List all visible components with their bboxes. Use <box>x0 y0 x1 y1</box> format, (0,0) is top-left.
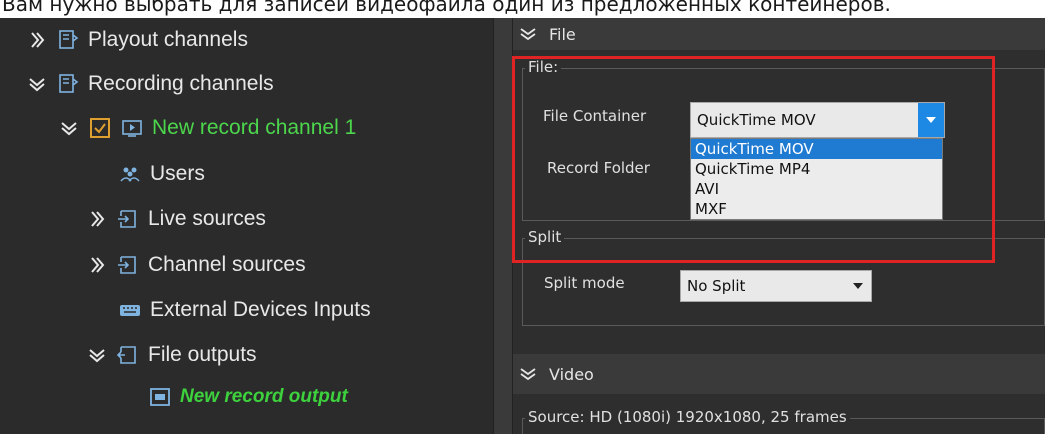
section-title: Video <box>549 364 594 384</box>
dropdown-option[interactable]: MXF <box>691 199 942 219</box>
tree-item-label: Channel sources <box>148 253 306 276</box>
input-source-icon <box>116 207 140 231</box>
tree-item-label: Live sources <box>148 207 266 230</box>
tree-item-label: Users <box>150 162 205 185</box>
split-group-label: Split <box>525 228 565 246</box>
tree-item-live-sources[interactable]: Live sources <box>86 199 266 239</box>
chevron-right-icon[interactable] <box>86 208 108 230</box>
settings-panel: File File: File Container QuickTime MOV … <box>513 18 1045 434</box>
tree-item-label: Playout channels <box>88 28 248 51</box>
dropdown-option[interactable]: QuickTime MP4 <box>691 159 942 179</box>
tree-item-file-outputs[interactable]: File outputs <box>86 335 257 375</box>
dropdown-arrow-icon[interactable] <box>918 103 944 137</box>
tree-item-new-record-channel[interactable]: New record channel 1 <box>58 108 356 148</box>
tree-item-recording-channels[interactable]: Recording channels <box>26 64 274 104</box>
checkbox-checked-icon[interactable] <box>88 116 112 140</box>
keyboard-icon <box>118 298 142 322</box>
record-output-icon <box>148 385 172 409</box>
tree-item-label: Recording channels <box>88 72 274 95</box>
chevron-right-icon[interactable] <box>26 29 48 51</box>
record-folder-label: Record Folder <box>547 159 650 177</box>
split-mode-value: No Split <box>687 277 746 295</box>
channel-folder-icon <box>56 72 80 96</box>
input-source-icon <box>116 253 140 277</box>
chevron-down-icon[interactable] <box>86 344 108 366</box>
users-icon <box>118 162 142 186</box>
monitor-play-icon <box>120 116 144 140</box>
chevron-down-icon[interactable] <box>26 73 48 95</box>
split-mode-label: Split mode <box>544 274 625 292</box>
output-icon <box>116 343 140 367</box>
split-mode-combo[interactable]: No Split <box>680 270 872 302</box>
tree-item-label: New record channel 1 <box>152 116 357 139</box>
tree-item-label: External Devices Inputs <box>150 298 371 321</box>
file-container-label: File Container <box>543 107 647 125</box>
file-container-combo[interactable]: QuickTime MOV <box>690 102 945 138</box>
dropdown-option[interactable]: QuickTime MOV <box>691 139 942 159</box>
file-group-label: File: <box>525 58 562 76</box>
channel-folder-icon <box>56 28 80 52</box>
panel-splitter[interactable] <box>493 18 513 434</box>
chevron-down-icon[interactable] <box>58 117 80 139</box>
chevron-down-icon[interactable] <box>519 365 541 383</box>
tree-item-external-devices-inputs[interactable]: External Devices Inputs <box>118 290 371 330</box>
section-header-video[interactable]: Video <box>513 354 1045 394</box>
tree-item-users[interactable]: Users <box>118 154 205 194</box>
chevron-down-icon[interactable] <box>519 25 541 43</box>
tree-item-new-record-output[interactable]: New record output <box>148 377 348 417</box>
caption-strip: Вам нужно выбрать для записей видеофайла… <box>0 0 1045 18</box>
tree-item-label: File outputs <box>148 343 257 366</box>
tree-item-channel-sources[interactable]: Channel sources <box>86 245 306 285</box>
section-title: File <box>549 24 576 44</box>
section-header-file[interactable]: File <box>513 18 1045 50</box>
source-info-text: Source: HD (1080i) 1920x1080, 25 frames <box>525 408 850 426</box>
dropdown-option[interactable]: AVI <box>691 179 942 199</box>
tree-item-label: New record output <box>180 386 348 407</box>
file-container-dropdown[interactable]: QuickTime MOV QuickTime MP4 AVI MXF <box>690 138 943 220</box>
file-container-value: QuickTime MOV <box>697 111 816 129</box>
dropdown-arrow-icon[interactable] <box>845 271 871 301</box>
channel-tree: Playout channels Recording channels New … <box>0 18 493 434</box>
chevron-right-icon[interactable] <box>86 254 108 276</box>
caption-text: Вам нужно выбрать для записей видеофайла… <box>0 0 1045 18</box>
tree-item-playout-channels[interactable]: Playout channels <box>26 20 248 60</box>
